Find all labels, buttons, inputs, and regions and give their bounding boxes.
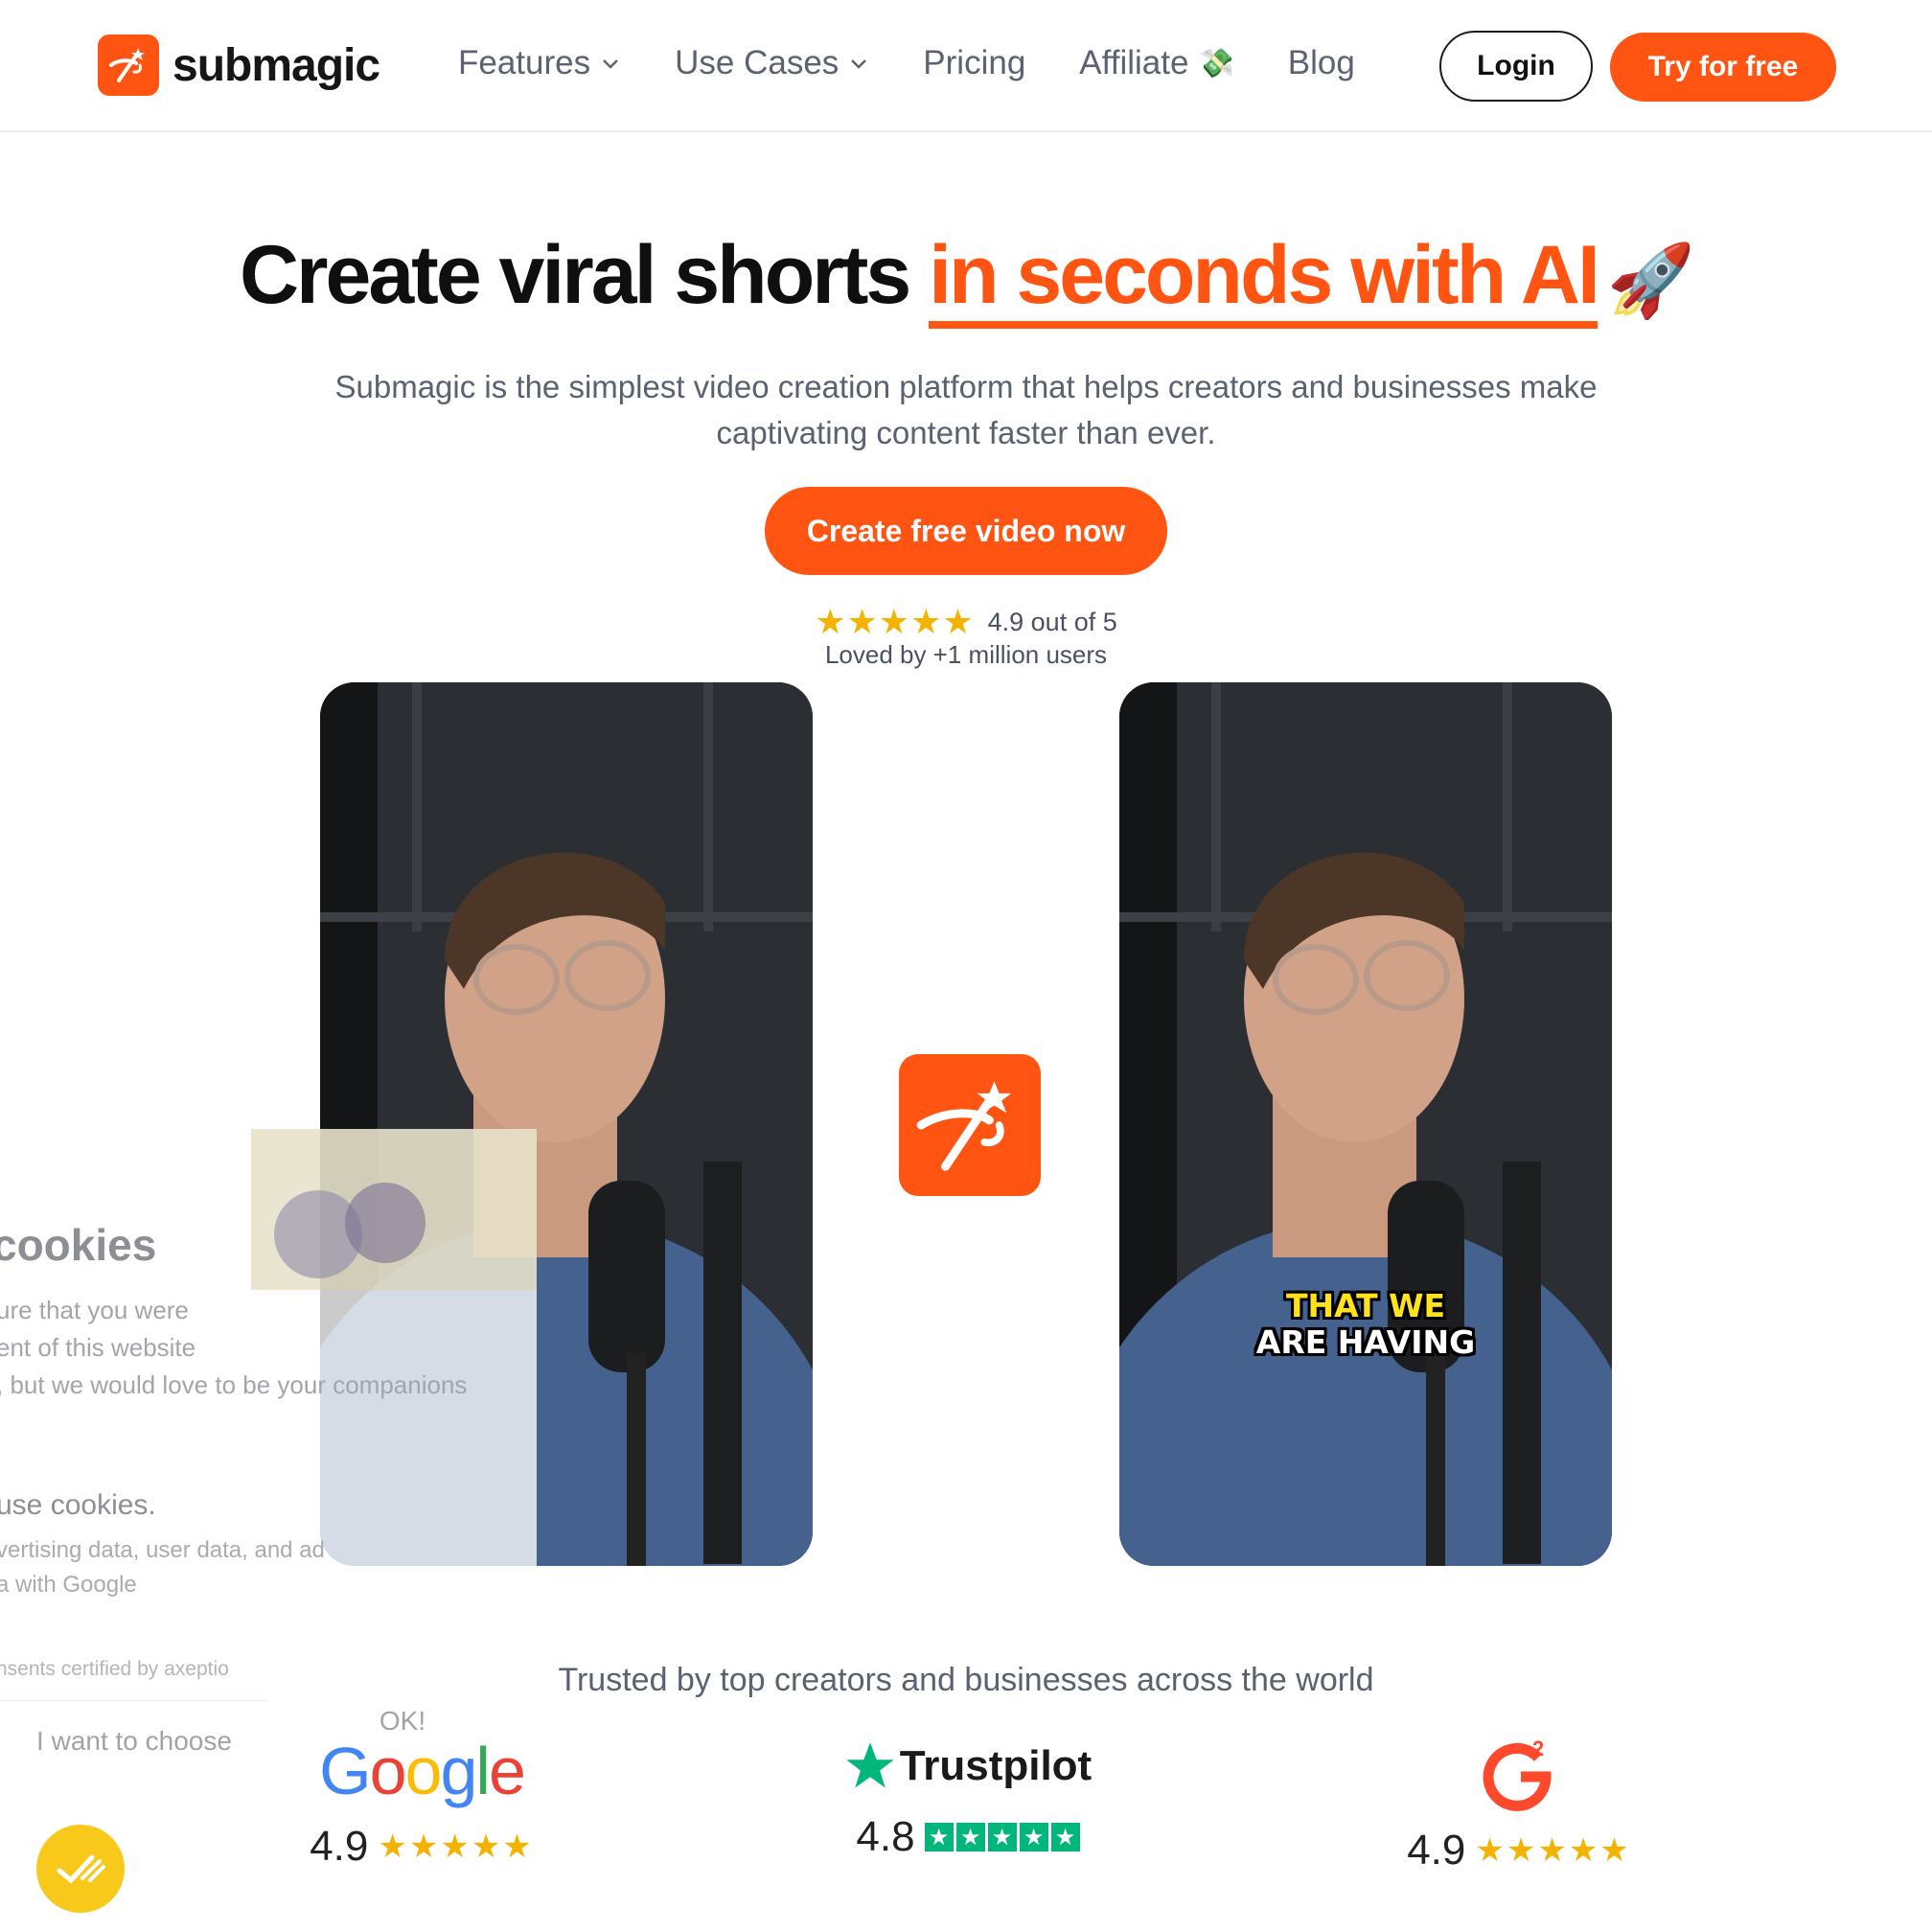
magic-wand-icon: [98, 34, 159, 96]
cookie-text-2: vertising data, user data, and ad a with…: [0, 1533, 325, 1602]
create-free-video-button[interactable]: Create free video now: [765, 487, 1167, 575]
nav-item-affiliate[interactable]: Affiliate 💸: [1079, 44, 1234, 82]
google-score: 4.9: [310, 1823, 369, 1870]
chevron-down-icon: [603, 59, 619, 69]
cookie-illustration-icon: [251, 1129, 537, 1290]
svg-text:2: 2: [1532, 1736, 1544, 1760]
cookie-text-line: ure that you were: [0, 1296, 189, 1324]
video-after[interactable]: THAT WE ARE HAVING: [1119, 682, 1612, 1566]
g2-logo-icon: 2: [1483, 1736, 1552, 1811]
loved-by-text: Loved by +1 million users: [824, 640, 1108, 669]
google-stars: ★★★★★: [378, 1828, 534, 1865]
trustpilot-star: ★: [1050, 1823, 1080, 1852]
brand-logo[interactable]: submagic: [98, 34, 380, 96]
rating-text: 4.9 out of 5: [987, 607, 1117, 636]
google-review: Google 4.9 ★★★★★: [297, 1733, 546, 1871]
money-icon: 💸: [1198, 47, 1234, 80]
google-score-row: 4.9 ★★★★★: [310, 1823, 534, 1871]
hero-title-accent: in seconds with AI: [929, 229, 1600, 329]
nav-item-features[interactable]: Features: [458, 44, 621, 82]
trustpilot-name: Trustpilot: [899, 1742, 1092, 1789]
cookie-heading: use cookies.: [0, 1489, 156, 1521]
brand-name: submagic: [172, 39, 380, 91]
rating-row: ★★★★★ 4.9 out of 5: [0, 602, 1932, 642]
nav-item-label: Use Cases: [675, 44, 840, 81]
rocket-icon: 🚀: [1606, 240, 1695, 320]
hero-title: Create viral shorts in seconds with AI 🚀: [0, 228, 1932, 329]
g2-stars: ★★★★★: [1475, 1832, 1631, 1869]
nav-item-label: Blog: [1287, 44, 1355, 81]
nav-links: Features Use Cases Pricing Affiliate 💸 B…: [458, 44, 1409, 82]
speaker-video-frame: [1119, 682, 1612, 1566]
try-for-free-button[interactable]: Try for free: [1610, 33, 1836, 102]
cookie-text-line: , but we would love to be your companion…: [0, 1370, 468, 1399]
nav-item-blog[interactable]: Blog: [1288, 44, 1355, 82]
hero-subtitle: Submagic is the simplest video creation …: [334, 369, 1598, 450]
trustpilot-star: ★: [1019, 1823, 1048, 1852]
google-logo: Google: [319, 1734, 526, 1808]
video-caption: THAT WE ARE HAVING: [1119, 1288, 1612, 1361]
cookie-choose-button[interactable]: I want to choose: [0, 1700, 268, 1781]
hero-title-plain: Create viral shorts: [239, 229, 911, 321]
nav-item-label: Features: [458, 44, 591, 81]
nav-item-label: Affiliate: [1079, 44, 1189, 81]
consent-badge-icon[interactable]: [36, 1825, 125, 1913]
g2-score-row: 4.9 ★★★★★: [1407, 1827, 1631, 1874]
trustpilot-star: ★: [955, 1823, 985, 1852]
trusted-heading: Trusted by top creators and businesses a…: [558, 1662, 1374, 1698]
trustpilot-logo: Trustpilot: [844, 1733, 1092, 1800]
trustpilot-star: ★: [924, 1823, 954, 1852]
chevron-down-icon: [851, 59, 867, 69]
cookie-text-line: vertising data, user data, and ad: [0, 1537, 325, 1563]
nav-item-label: Pricing: [923, 44, 1026, 81]
trustpilot-review: Trustpilot 4.8 ★ ★ ★ ★ ★: [843, 1733, 1092, 1861]
nav-item-use-cases[interactable]: Use Cases: [675, 44, 869, 82]
login-button[interactable]: Login: [1439, 31, 1593, 102]
cookie-title: cookies: [0, 1220, 157, 1270]
cookie-text-line: a with Google: [0, 1572, 137, 1598]
caption-line-2: ARE HAVING: [1255, 1323, 1476, 1361]
g2-score: 4.9: [1407, 1827, 1466, 1874]
trustpilot-star: ★: [987, 1823, 1017, 1852]
rating-stars: ★★★★★: [815, 602, 975, 641]
submagic-logo-icon: [899, 1054, 1041, 1196]
trustpilot-score: 4.8: [856, 1813, 915, 1860]
trustpilot-score-row: 4.8 ★ ★ ★ ★ ★: [856, 1813, 1080, 1861]
nav-item-pricing[interactable]: Pricing: [923, 44, 1025, 82]
trustpilot-star-icon: [846, 1742, 894, 1788]
top-navbar: submagic Features Use Cases Pricing Affi…: [0, 0, 1932, 132]
caption-line-1: THAT WE: [1285, 1287, 1446, 1324]
g2-review: 2 4.9 ★★★★★: [1390, 1733, 1648, 1874]
trustpilot-stars: ★ ★ ★ ★ ★: [924, 1823, 1080, 1852]
cookie-text: ure that you were ent of this website , …: [0, 1292, 467, 1404]
cookie-text-line: ent of this website: [0, 1333, 196, 1362]
